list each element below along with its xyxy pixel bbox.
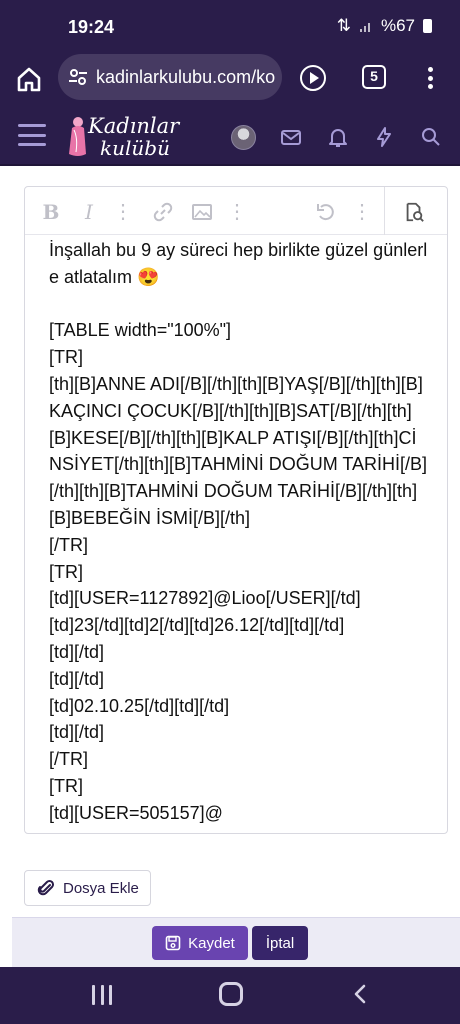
attach-file-label: Dosya Ekle [63, 879, 139, 897]
attach-file-button[interactable]: Dosya Ekle [24, 870, 151, 906]
cancel-button[interactable]: İptal [252, 926, 308, 960]
undo-icon[interactable] [315, 201, 337, 223]
bold-icon[interactable]: B [41, 201, 61, 223]
recents-icon[interactable] [92, 985, 112, 1005]
avatar[interactable] [231, 125, 256, 150]
logo-figure-icon [69, 117, 86, 156]
paperclip-icon [37, 879, 55, 896]
status-icons: ⇅ %67 [337, 16, 432, 36]
save-button[interactable]: Kaydet [152, 926, 248, 960]
editor-toolbar: B I ⋮ ⋮ ⋮ [25, 187, 447, 235]
url-text: kadinlarkulubu.com/ko [96, 66, 276, 87]
message-editor[interactable]: B I ⋮ ⋮ ⋮ İnşallah bu 9 ay süreci hep bi… [24, 186, 448, 834]
tab-count-button[interactable]: 5 [362, 65, 386, 89]
browser-menu-icon[interactable] [424, 64, 436, 92]
data-arrows-icon: ⇅ [336, 16, 351, 35]
browser-toolbar: kadinlarkulubu.com/ko 5 [0, 54, 460, 104]
more-icon[interactable]: ⋮ [113, 201, 133, 223]
system-nav-bar [0, 967, 460, 1024]
site-header: Kadınlar kulübü [0, 104, 460, 166]
battery-percent: %67 [380, 16, 415, 35]
signal-icon [359, 23, 370, 32]
more-icon[interactable]: ⋮ [227, 201, 247, 223]
status-bar: 19:24 ⇅ %67 [0, 0, 460, 54]
status-time: 19:24 [68, 17, 115, 37]
logo-text-line1: Kadınlar [88, 114, 180, 138]
address-bar[interactable]: kadinlarkulubu.com/ko [58, 54, 282, 100]
image-icon[interactable] [191, 201, 213, 223]
italic-icon[interactable]: I [79, 201, 99, 223]
logo-text-line2: kulübü [100, 136, 170, 160]
bell-icon[interactable] [327, 126, 349, 148]
preview-icon[interactable] [402, 201, 426, 223]
home-icon[interactable] [14, 64, 44, 94]
more-icon[interactable]: ⋮ [352, 201, 372, 223]
editor-text[interactable]: İnşallah bu 9 ay süreci hep birlikte güz… [49, 237, 429, 827]
bolt-icon[interactable] [373, 126, 395, 148]
link-icon[interactable] [152, 201, 174, 223]
play-icon[interactable] [300, 65, 326, 91]
mail-icon[interactable] [280, 126, 302, 148]
site-logo[interactable]: Kadınlar kulübü [64, 110, 184, 162]
menu-icon[interactable] [18, 124, 46, 146]
home-nav-icon[interactable] [219, 982, 243, 1006]
search-icon[interactable] [420, 126, 442, 148]
cancel-label: İptal [265, 934, 295, 952]
editor-area: B I ⋮ ⋮ ⋮ İnşallah bu 9 ay süreci hep bi… [0, 166, 460, 916]
site-settings-icon[interactable] [68, 67, 88, 87]
back-icon[interactable] [350, 983, 372, 1005]
form-action-bar: Kaydet İptal [12, 917, 460, 967]
toolbar-divider [384, 187, 385, 235]
save-icon [165, 935, 181, 951]
save-label: Kaydet [188, 934, 235, 952]
battery-icon [423, 19, 432, 33]
